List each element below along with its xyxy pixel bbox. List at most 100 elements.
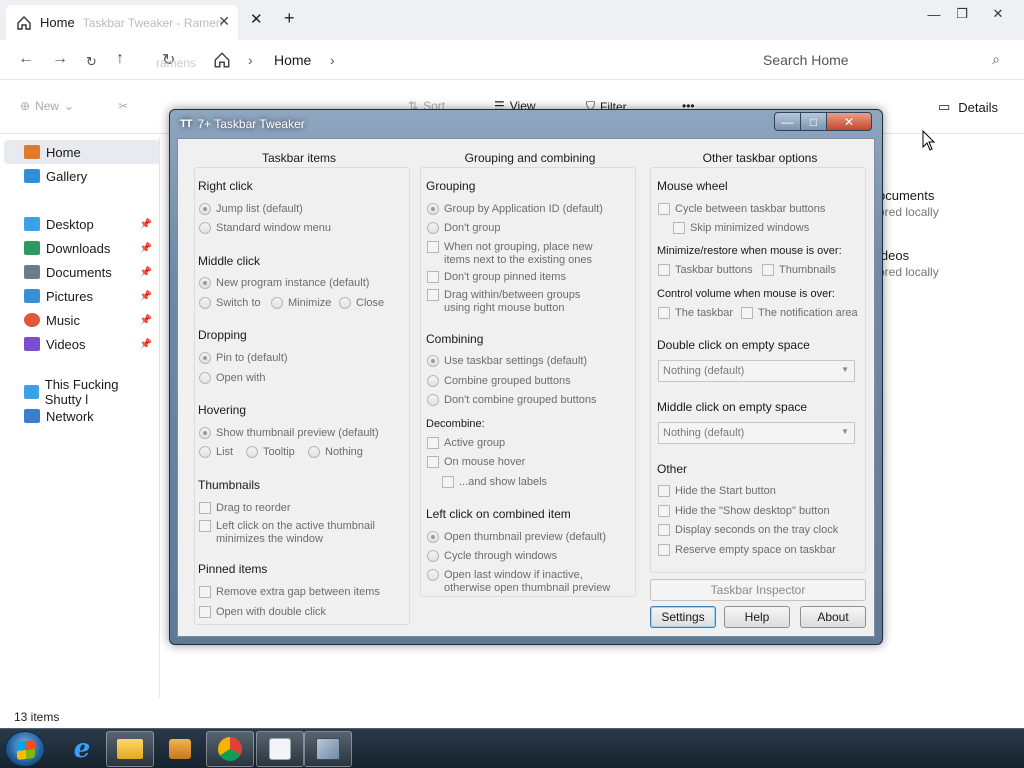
sidebar-item-gallery[interactable]: Gallery bbox=[0, 164, 156, 188]
home-icon bbox=[24, 145, 40, 159]
cut-icon[interactable]: ✂ bbox=[118, 99, 128, 113]
close-window-icon[interactable]: ✕ bbox=[978, 0, 1018, 28]
radio-dont-combine[interactable]: Don't combine grouped buttons bbox=[427, 394, 597, 407]
middle-click-select[interactable]: Nothing (default) ▼ bbox=[658, 422, 855, 444]
radio-nothing[interactable]: Nothing bbox=[308, 446, 363, 459]
sidebar-item-documents[interactable]: Documents 📌 bbox=[0, 260, 156, 284]
close-tab-icon[interactable]: ✕ bbox=[250, 10, 263, 28]
breadcrumb-chevron-icon[interactable]: › bbox=[330, 52, 335, 68]
dialog-title-bar[interactable]: TT 7+ Taskbar Tweaker bbox=[180, 117, 305, 131]
checkbox-remove-extra-gap[interactable]: Remove extra gap between items bbox=[199, 586, 380, 599]
internet-explorer-icon[interactable]: e bbox=[58, 731, 106, 767]
checkbox-box bbox=[658, 544, 670, 556]
checkbox-taskbar-buttons[interactable]: Taskbar buttons bbox=[658, 264, 753, 277]
radio-cycle-through-windows[interactable]: Cycle through windows bbox=[427, 550, 557, 563]
radio-switch-to[interactable]: Switch to bbox=[199, 297, 261, 310]
radio-open-last-window[interactable]: Open last window if inactive, otherwise o… bbox=[427, 569, 610, 595]
sidebar-item-this-pc[interactable]: This Fucking Shutty l bbox=[0, 377, 156, 407]
radio-show-thumbnail-preview[interactable]: Show thumbnail preview (default) bbox=[199, 427, 379, 440]
radio-open-with[interactable]: Open with bbox=[199, 372, 266, 385]
dialog-client-area: Taskbar items Right click Jump list (def… bbox=[177, 138, 875, 637]
forward-icon[interactable]: → bbox=[52, 50, 68, 68]
sidebar-item-label: Gallery bbox=[46, 168, 88, 184]
radio-standard-window-menu[interactable]: Standard window menu bbox=[199, 222, 331, 235]
taskbar-tweaker-dialog: TT 7+ Taskbar Tweaker — □ ✕ Taskbar item… bbox=[169, 109, 883, 645]
checkbox-drag-right-mouse[interactable]: Drag within/between groups using right mo… bbox=[427, 289, 580, 315]
checkbox-thumbnails[interactable]: Thumbnails bbox=[762, 264, 836, 277]
radio-combine-grouped[interactable]: Combine grouped buttons bbox=[427, 375, 571, 388]
chrome-icon[interactable] bbox=[206, 731, 254, 767]
radio-pin-to[interactable]: Pin to (default) bbox=[199, 352, 288, 365]
radio-dot bbox=[199, 277, 211, 289]
checkbox-open-with-double-click[interactable]: Open with double click bbox=[199, 606, 326, 619]
radio-list[interactable]: List bbox=[199, 446, 233, 459]
radio-jump-list[interactable]: Jump list (default) bbox=[199, 203, 303, 216]
details-button[interactable]: ▭ Details bbox=[938, 99, 998, 115]
media-player-icon[interactable] bbox=[156, 731, 204, 767]
restore-icon[interactable]: ❐ bbox=[942, 0, 982, 28]
windows-taskbar: e bbox=[0, 728, 1024, 768]
checkbox-drag-to-reorder[interactable]: Drag to reorder bbox=[199, 502, 291, 515]
taskbar-inspector-button[interactable]: Taskbar Inspector bbox=[650, 579, 866, 601]
checkbox-active-group[interactable]: Active group bbox=[427, 437, 505, 450]
sidebar-item-videos[interactable]: Videos 📌 bbox=[0, 332, 156, 356]
double-click-select[interactable]: Nothing (default) ▼ bbox=[658, 360, 855, 382]
radio-tooltip[interactable]: Tooltip bbox=[246, 446, 295, 459]
sidebar-item-pictures[interactable]: Pictures 📌 bbox=[0, 284, 156, 308]
calendar-app-icon[interactable] bbox=[256, 731, 304, 767]
radio-close[interactable]: Close bbox=[339, 297, 384, 310]
checkbox-left-click-minimizes[interactable]: Left click on the active thumbnail minimi… bbox=[199, 520, 375, 546]
checkbox-on-mouse-hover[interactable]: On mouse hover bbox=[427, 456, 525, 469]
back-icon[interactable]: ← bbox=[18, 50, 34, 68]
sidebar-item-home[interactable]: Home bbox=[4, 140, 160, 164]
dialog-maximize-icon[interactable]: □ bbox=[800, 112, 827, 131]
checkbox-the-taskbar[interactable]: The taskbar bbox=[658, 307, 733, 320]
tab-home[interactable]: Home Taskbar Tweaker - Ramen ✕ bbox=[6, 5, 238, 40]
radio-use-taskbar-settings[interactable]: Use taskbar settings (default) bbox=[427, 355, 587, 368]
radio-dot bbox=[427, 222, 439, 234]
sidebar-item-network[interactable]: Network bbox=[0, 404, 156, 428]
radio-dont-group[interactable]: Don't group bbox=[427, 222, 501, 235]
sidebar-item-music[interactable]: Music 📌 bbox=[0, 308, 156, 332]
up-icon[interactable]: ↑ bbox=[116, 50, 124, 68]
checkbox-hide-start-button[interactable]: Hide the Start button bbox=[658, 485, 776, 498]
group-heading-double-click-empty: Double click on empty space bbox=[657, 338, 810, 352]
dialog-minimize-icon[interactable]: — bbox=[774, 112, 801, 131]
start-orb[interactable] bbox=[5, 731, 45, 767]
new-tab-icon[interactable]: + bbox=[284, 8, 295, 29]
checkbox-cycle-buttons[interactable]: Cycle between taskbar buttons bbox=[658, 203, 825, 216]
radio-dot bbox=[427, 375, 439, 387]
sidebar-item-desktop[interactable]: Desktop 📌 bbox=[0, 212, 156, 236]
radio-open-thumbnail-preview[interactable]: Open thumbnail preview (default) bbox=[427, 531, 606, 544]
new-button[interactable]: ⊕ New ⌄ bbox=[20, 99, 74, 113]
about-button[interactable]: About bbox=[800, 606, 866, 628]
checkbox-skip-minimized[interactable]: Skip minimized windows bbox=[673, 222, 809, 235]
settings-button[interactable]: Settings bbox=[650, 606, 716, 628]
quick-access-card-documents[interactable]: ocuments ored locally bbox=[878, 188, 939, 220]
checkbox-display-seconds[interactable]: Display seconds on the tray clock bbox=[658, 524, 838, 537]
card-subtitle: ored locally bbox=[878, 205, 939, 219]
help-button[interactable]: Help bbox=[724, 606, 790, 628]
file-explorer-icon[interactable] bbox=[106, 731, 154, 767]
taskbar-tweaker-icon[interactable] bbox=[304, 731, 352, 767]
option-label: The notification area bbox=[758, 307, 858, 319]
dialog-close-icon[interactable]: ✕ bbox=[826, 112, 872, 131]
checkbox-dont-group-pinned[interactable]: Don't group pinned items bbox=[427, 271, 566, 284]
sidebar-item-downloads[interactable]: Downloads 📌 bbox=[0, 236, 156, 260]
radio-new-program-instance[interactable]: New program instance (default) bbox=[199, 277, 369, 290]
checkbox-reserve-empty-space[interactable]: Reserve empty space on taskbar bbox=[658, 544, 836, 557]
close-tab-icon[interactable]: ✕ bbox=[218, 13, 230, 30]
home-icon[interactable] bbox=[213, 51, 231, 69]
radio-group-by-app-id[interactable]: Group by Application ID (default) bbox=[427, 203, 603, 216]
checkbox-place-new-items[interactable]: When not grouping, place new items next t… bbox=[427, 241, 593, 267]
checkbox-notification-area[interactable]: The notification area bbox=[741, 307, 858, 320]
checkbox-box bbox=[199, 520, 211, 532]
option-label: When not grouping, place new bbox=[444, 241, 593, 253]
breadcrumb-home[interactable]: Home bbox=[274, 52, 311, 68]
option-label: Switch to bbox=[216, 297, 261, 309]
checkbox-show-labels[interactable]: ...and show labels bbox=[442, 476, 547, 489]
checkbox-hide-show-desktop[interactable]: Hide the "Show desktop" button bbox=[658, 505, 830, 518]
search-input[interactable]: Search Home ⌕ bbox=[750, 46, 1012, 74]
radio-minimize[interactable]: Minimize bbox=[271, 297, 331, 310]
quick-access-card-videos[interactable]: ideos ored locally bbox=[878, 248, 939, 280]
